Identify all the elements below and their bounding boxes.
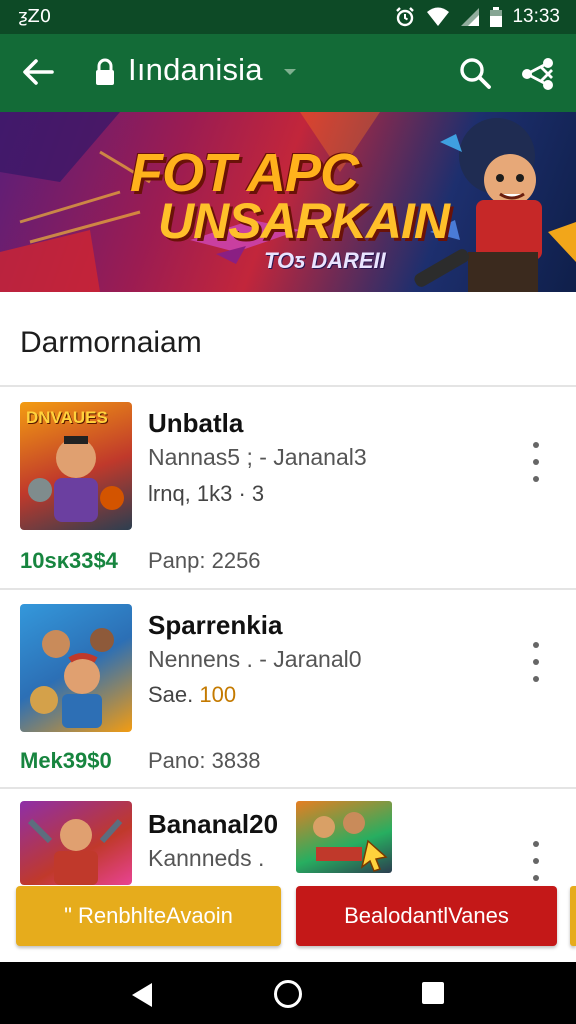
meta-label: Sae. — [148, 682, 194, 707]
app-pano: Panp: 2256 — [148, 548, 261, 573]
status-left-text: ƺZ0 — [18, 6, 52, 27]
status-time: 13:33 — [512, 6, 560, 27]
nav-recents-icon[interactable] — [422, 982, 444, 1004]
thumb-title: DNVAUES — [26, 408, 108, 427]
promo-thumbnail[interactable] — [296, 801, 392, 873]
battery-icon — [490, 7, 503, 27]
app-list-item[interactable]: Sparrenkia Nennens . - Jaranal0 Sae. 100… — [0, 590, 576, 790]
app-meta: Sae. 100 — [148, 682, 236, 708]
alarm-icon — [396, 7, 415, 27]
app-thumbnail[interactable] — [20, 801, 132, 885]
game-artwork — [313, 812, 388, 872]
app-subtitle: Nennens . - Jaranal0 — [148, 646, 362, 672]
secondary-action-button[interactable]: BealodantlVanes — [296, 886, 557, 946]
app-thumbnail[interactable]: DNVAUES — [20, 402, 132, 530]
app-meta: lrnq, 1k3 · 3 — [148, 481, 265, 506]
app-list-item[interactable]: DNVAUES Unbatla Nannas5 ; - Jananal3 lrn… — [0, 388, 576, 588]
nav-back-icon[interactable] — [130, 982, 154, 1008]
status-bar: ƺZ0 13:33 — [0, 0, 576, 34]
app-thumbnail[interactable] — [20, 604, 132, 732]
more-options-icon[interactable] — [528, 642, 544, 682]
app-subtitle: Kannneds . — [148, 845, 265, 871]
banner-headline-line2: UNSARKAIN — [158, 193, 450, 249]
app-name: Bananal20 — [148, 809, 279, 839]
more-options-icon[interactable] — [528, 442, 544, 482]
signal-icon — [461, 8, 480, 26]
overflow-button-edge[interactable] — [570, 886, 576, 946]
app-name: Unbatla — [148, 408, 244, 438]
status-icons: 13:33 — [394, 6, 560, 28]
app-subtitle: Nannas5 ; - Jananal3 — [148, 444, 367, 470]
app-pano: Pano: 3838 — [148, 748, 261, 773]
banner-tagline: TOƽ DAREII — [264, 248, 386, 273]
chevron-down-icon[interactable] — [282, 64, 298, 80]
game-artwork — [27, 818, 123, 885]
app-name: Sparrenkia — [148, 610, 283, 640]
lock-icon — [96, 58, 114, 85]
app-price: 10sκ33$4 — [20, 548, 118, 573]
game-artwork — [30, 628, 114, 728]
primary-action-button[interactable]: " RenbhlteAvaoin — [16, 886, 281, 946]
app-list-item[interactable]: Bananal20 Kannneds . — [0, 789, 576, 885]
divider — [0, 385, 576, 387]
wifi-icon — [427, 7, 450, 26]
system-nav-bar — [0, 962, 576, 1024]
share-icon[interactable] — [518, 54, 558, 94]
app-bar: Iındanisia — [0, 34, 576, 112]
app-price: Mek39$0 — [20, 748, 112, 773]
more-options-icon[interactable] — [528, 841, 544, 881]
search-icon[interactable] — [456, 54, 494, 92]
promo-banner[interactable]: FOT APC UNSARKAIN TOƽ DAREII — [0, 112, 576, 292]
nav-home-icon[interactable] — [274, 980, 302, 1008]
page-title[interactable]: Iındanisia — [128, 52, 263, 88]
back-arrow-icon[interactable] — [18, 52, 58, 92]
meta-value: 100 — [199, 682, 237, 707]
section-title: Darmornaiam — [20, 326, 202, 359]
